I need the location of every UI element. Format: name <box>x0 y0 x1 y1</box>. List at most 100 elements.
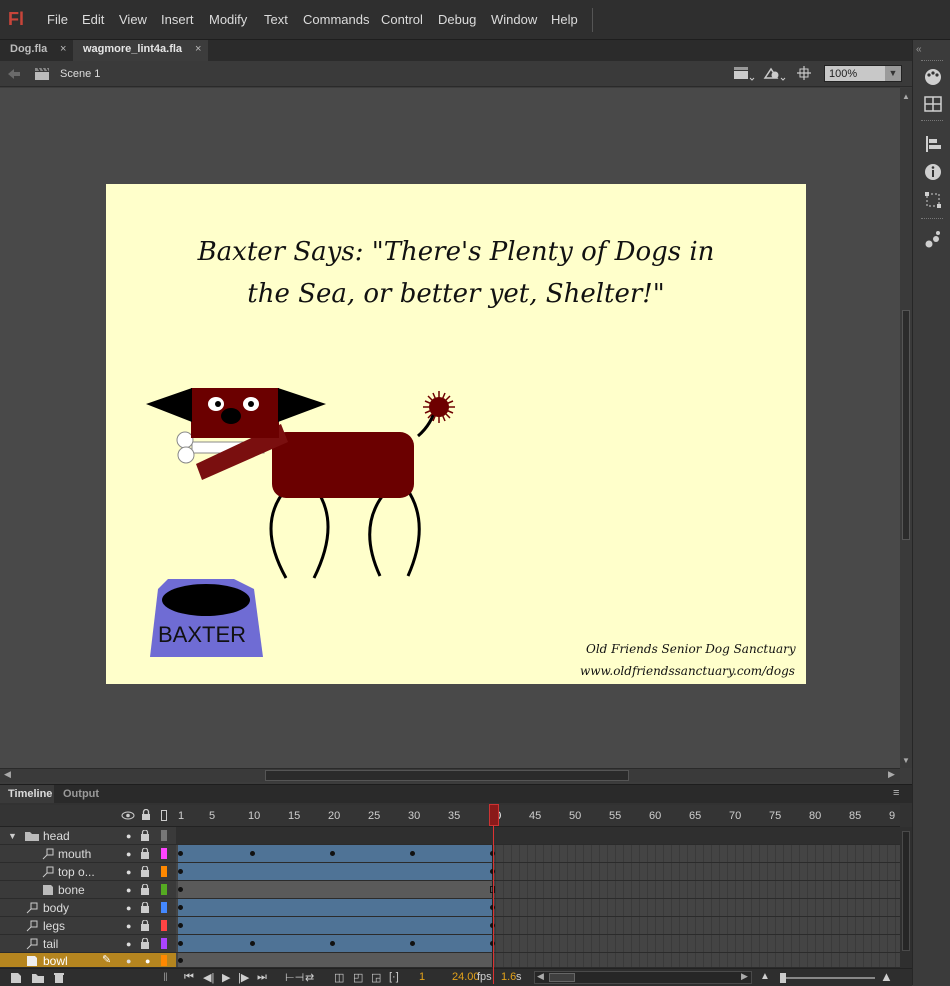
layer-color-swatch[interactable] <box>161 848 167 859</box>
layer-mouth[interactable]: mouth ● <box>0 845 176 863</box>
keyframe[interactable] <box>178 923 183 928</box>
zoom-out-icon[interactable]: ▲ <box>760 971 770 982</box>
slider-handle[interactable] <box>780 973 786 983</box>
layer-color-swatch[interactable] <box>161 830 167 841</box>
onion-skin-icon[interactable]: ◫ <box>334 971 344 984</box>
layer-bowl[interactable]: bowl ✎ ● ● <box>0 953 176 968</box>
menu-insert[interactable]: Insert <box>161 12 194 27</box>
layer-frames-tail[interactable] <box>176 935 900 953</box>
panel-grip[interactable] <box>921 60 943 63</box>
scroll-up-icon[interactable]: ▲ <box>901 92 911 102</box>
scroll-down-icon[interactable]: ▼ <box>901 756 911 766</box>
keyframe[interactable] <box>410 941 415 946</box>
lock-icon[interactable] <box>140 830 150 841</box>
layer-color-swatch[interactable] <box>161 955 167 966</box>
keyframe[interactable] <box>178 941 183 946</box>
last-frame-icon[interactable]: ⏭ <box>257 971 267 984</box>
visibility-dot[interactable]: ● <box>126 903 131 913</box>
layer-frames-body[interactable] <box>176 899 900 917</box>
lock-icon[interactable] <box>140 902 150 913</box>
menu-text[interactable]: Text <box>264 12 288 27</box>
stage-horizontal-scrollbar[interactable]: ◀ ▶ <box>0 768 900 782</box>
visibility-dot[interactable]: ● <box>126 849 131 859</box>
first-frame-icon[interactable]: ⏮ <box>184 971 194 984</box>
layer-body[interactable]: body ● <box>0 899 176 917</box>
scroll-thumb[interactable] <box>265 770 629 781</box>
panel-grip[interactable] <box>921 120 943 123</box>
info-icon[interactable] <box>923 162 943 182</box>
lock-icon[interactable] <box>141 809 151 821</box>
layer-frames-top[interactable] <box>176 863 900 881</box>
layer-frames-mouth[interactable] <box>176 845 900 863</box>
close-icon[interactable]: × <box>60 43 66 55</box>
back-arrow-icon[interactable] <box>7 68 21 80</box>
stage-canvas[interactable]: Baxter Says: "There's Plenty of Dogs in … <box>106 184 806 684</box>
tab-wagmore-fla[interactable]: wagmore_lint4a.fla <box>73 40 208 61</box>
visibility-dot[interactable]: ● <box>126 956 131 966</box>
lock-icon[interactable] <box>140 866 150 877</box>
scroll-right-icon[interactable]: ▶ <box>888 769 895 780</box>
step-back-icon[interactable]: ◀| <box>203 971 214 984</box>
new-folder-icon[interactable] <box>31 972 45 984</box>
visibility-dot[interactable]: ● <box>126 921 131 931</box>
keyframe[interactable] <box>250 851 255 856</box>
play-icon[interactable]: ▶ <box>222 971 230 984</box>
menu-edit[interactable]: Edit <box>82 12 104 27</box>
frame-span[interactable] <box>178 953 493 967</box>
layer-color-swatch[interactable] <box>161 884 167 895</box>
visibility-dot[interactable]: ● <box>126 939 131 949</box>
menu-help[interactable]: Help <box>551 12 578 27</box>
components-icon[interactable] <box>923 230 943 250</box>
keyframe[interactable] <box>490 851 495 856</box>
loop-icon[interactable]: ⇄ <box>305 971 314 984</box>
menu-window[interactable]: Window <box>491 12 537 27</box>
stage-vertical-scrollbar[interactable]: ▲ ▼ <box>900 88 912 768</box>
menu-control[interactable]: Control <box>381 12 423 27</box>
keyframe[interactable] <box>178 851 183 856</box>
menu-file[interactable]: File <box>47 12 68 27</box>
layer-top[interactable]: top o... ● <box>0 863 176 881</box>
frame-rate[interactable]: 24.00 <box>452 971 480 983</box>
layer-color-swatch[interactable] <box>161 902 167 913</box>
menu-view[interactable]: View <box>119 12 147 27</box>
scroll-thumb[interactable] <box>549 973 575 982</box>
lock-icon[interactable] <box>140 920 150 931</box>
layer-color-swatch[interactable] <box>161 866 167 877</box>
outline-icon[interactable] <box>161 810 167 821</box>
layer-color-swatch[interactable] <box>161 938 167 949</box>
scroll-thumb[interactable] <box>902 831 910 951</box>
layer-frames-bone[interactable] <box>176 881 900 899</box>
elapsed-time[interactable]: 1.6 <box>501 971 516 983</box>
keyframe[interactable] <box>490 941 495 946</box>
color-palette-icon[interactable] <box>923 66 943 86</box>
zoom-in-icon[interactable]: ▲ <box>880 969 893 984</box>
keyframe[interactable] <box>178 905 183 910</box>
keyframe[interactable] <box>330 851 335 856</box>
tween-span[interactable] <box>178 917 493 934</box>
menu-commands[interactable]: Commands <box>303 12 369 27</box>
tween-span[interactable] <box>178 845 493 862</box>
end-frame[interactable] <box>490 886 495 893</box>
lock-dot[interactable]: ● <box>145 956 150 966</box>
visibility-dot[interactable]: ● <box>126 867 131 877</box>
layer-color-swatch[interactable] <box>161 920 167 931</box>
layer-bone[interactable]: bone ● <box>0 881 176 899</box>
scroll-right-icon[interactable]: ▶ <box>741 971 748 982</box>
keyframe[interactable] <box>410 851 415 856</box>
frame-size-slider[interactable] <box>780 973 875 983</box>
lock-icon[interactable] <box>140 884 150 895</box>
edit-multiple-icon[interactable]: ◲ <box>371 971 381 984</box>
trash-icon[interactable] <box>53 972 65 984</box>
close-icon[interactable]: × <box>195 43 201 55</box>
scroll-left-icon[interactable]: ◀ <box>4 769 11 780</box>
collapse-icon[interactable]: « <box>916 44 922 55</box>
transform-icon[interactable] <box>923 190 943 210</box>
tween-span[interactable] <box>178 899 493 916</box>
tab-timeline[interactable]: Timeline <box>0 785 54 803</box>
onion-markers-icon[interactable]: [·] <box>389 971 399 983</box>
tween-span[interactable] <box>178 863 493 880</box>
panel-grip[interactable] <box>921 218 943 221</box>
zoom-select[interactable]: 100% ▼ <box>824 65 902 82</box>
scroll-thumb[interactable] <box>902 310 910 540</box>
frame-ruler[interactable]: 1 5 10 15 20 25 30 35 40 45 50 55 60 65 … <box>176 805 900 827</box>
